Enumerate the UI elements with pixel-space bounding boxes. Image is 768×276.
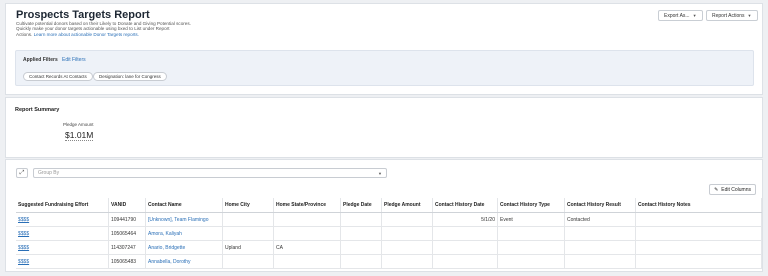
table-row: $$$$ 109441790 [Unknown], Team Flamingo … bbox=[16, 212, 762, 227]
chevron-down-icon: ▼ bbox=[692, 13, 697, 18]
applied-filters-box: Applied Filters Edit Filters Contact Rec… bbox=[15, 50, 754, 86]
table-row: $$$$ 105065464 Amora, Kaliyah bbox=[16, 226, 762, 241]
filters-section: Applied Filters Edit Filters Contact Rec… bbox=[5, 40, 763, 95]
column-header[interactable]: Contact History Notes bbox=[635, 198, 762, 213]
report-header: Prospects Targets Report Cultivate poten… bbox=[5, 3, 763, 40]
learn-more-link[interactable]: Learn more about actionable Donor Target… bbox=[34, 32, 139, 37]
filter-chip[interactable]: Designation: lane for Congress bbox=[93, 72, 167, 81]
column-header[interactable]: Pledge Date bbox=[340, 198, 382, 213]
report-description: Cultivate potential donors based on thei… bbox=[16, 21, 191, 37]
report-table: Suggested Fundraising Effort VANID Conta… bbox=[16, 198, 762, 269]
page-title: Prospects Targets Report bbox=[16, 9, 150, 21]
group-by-select[interactable]: Group By ▼ bbox=[33, 168, 387, 178]
column-header[interactable]: VANID bbox=[108, 198, 146, 213]
report-table-section: ⤢ Group By ▼ ✎ Edit Columns Suggested Fu… bbox=[5, 159, 763, 272]
table-row: $$$$ 105065483 Annabella, Dorothy bbox=[16, 254, 762, 269]
report-summary-title: Report Summary bbox=[15, 107, 60, 113]
pledge-amount-value: $1.01M bbox=[65, 130, 94, 141]
export-as-button[interactable]: Export As... ▼ bbox=[658, 10, 703, 21]
filter-chip[interactable]: Contact Records At Contacts bbox=[23, 72, 93, 81]
report-summary: Report Summary Pledge Amount $1.01M bbox=[5, 97, 763, 158]
pencil-icon: ✎ bbox=[714, 186, 719, 193]
edit-columns-button[interactable]: ✎ Edit Columns bbox=[709, 184, 756, 195]
column-header[interactable]: Contact History Type bbox=[497, 198, 565, 213]
column-header[interactable]: Home State/Province bbox=[273, 198, 341, 213]
column-header[interactable]: Contact History Result bbox=[564, 198, 636, 213]
pledge-amount-label: Pledge Amount bbox=[63, 122, 94, 127]
chevron-down-icon: ▼ bbox=[747, 13, 752, 18]
edit-filters-link[interactable]: Edit Filters bbox=[62, 57, 86, 63]
table-row: $$$$ 114307247 Anario, Bridgette Upland … bbox=[16, 240, 762, 255]
table-header-row: Suggested Fundraising Effort VANID Conta… bbox=[16, 198, 762, 213]
collapse-icon[interactable]: ⤢ bbox=[16, 168, 28, 178]
report-actions-button[interactable]: Report Actions ▼ bbox=[706, 10, 758, 21]
column-header[interactable]: Pledge Amount bbox=[381, 198, 433, 213]
column-header[interactable]: Contact Name bbox=[145, 198, 223, 213]
column-header[interactable]: Contact History Date bbox=[432, 198, 498, 213]
applied-filters-label: Applied Filters bbox=[23, 57, 58, 63]
column-header[interactable]: Suggested Fundraising Effort bbox=[16, 198, 109, 213]
chevron-down-icon: ▼ bbox=[378, 170, 382, 176]
column-header[interactable]: Home City bbox=[222, 198, 274, 213]
